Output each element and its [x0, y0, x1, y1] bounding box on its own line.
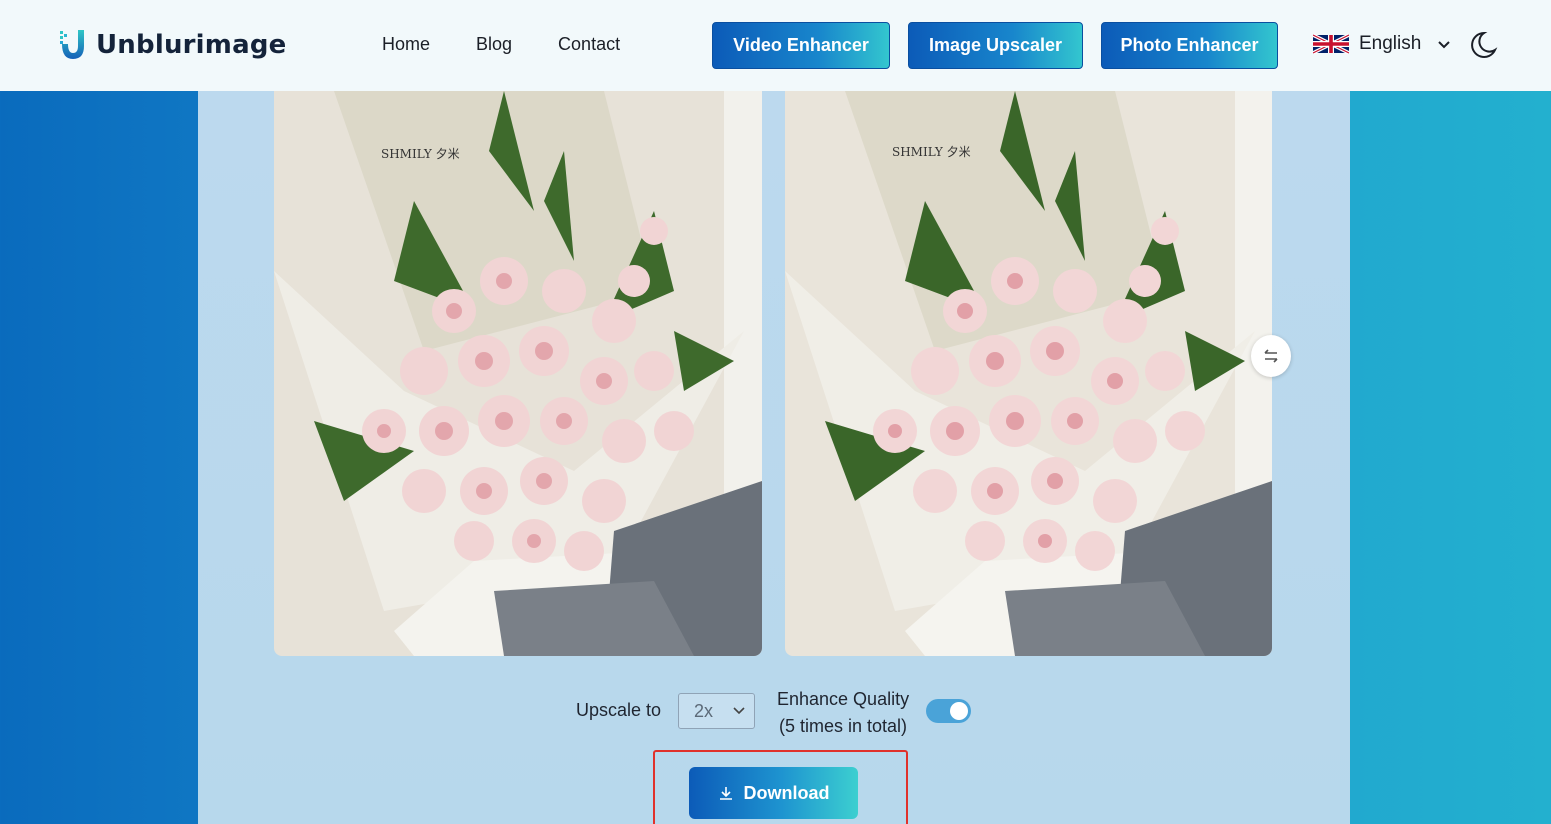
upscale-label: Upscale to [576, 700, 662, 720]
original-image-caption: SHMILY 夕米 [381, 147, 460, 161]
brand-name: Unblurimage [96, 30, 287, 60]
download-button[interactable]: Download [689, 767, 858, 819]
nav-link-home[interactable]: Home [382, 34, 430, 55]
logo-mark-icon [60, 30, 84, 59]
nav-link-contact[interactable]: Contact [558, 34, 620, 55]
nav-link-blog[interactable]: Blog [476, 34, 512, 55]
enhanced-image-caption: SHMILY 夕米 [892, 145, 971, 159]
language-label: English [1359, 33, 1422, 54]
upscale-select-value: 2x [694, 700, 714, 721]
nav-links: Home Blog Contact [382, 34, 666, 55]
image-upscaler-button[interactable]: Image Upscaler [908, 22, 1083, 69]
chevron-down-icon [1438, 40, 1451, 48]
brand-logo[interactable]: Unblurimage [58, 28, 286, 62]
toggle-knob [950, 702, 968, 720]
download-icon [719, 787, 732, 800]
download-label: Download [743, 782, 830, 803]
enhance-quality-toggle[interactable] [926, 699, 971, 723]
uk-flag-icon [1313, 34, 1349, 54]
photo-enhancer-button[interactable]: Photo Enhancer [1101, 22, 1278, 69]
chevron-down-icon [733, 707, 745, 715]
original-image [274, 91, 762, 656]
moon-icon[interactable] [1470, 30, 1498, 60]
video-enhancer-button[interactable]: Video Enhancer [712, 22, 890, 69]
top-navbar: Unblurimage Home Blog Contact Video Enha… [0, 0, 1551, 91]
enhance-quality-label: Enhance Quality (5 times in total) [777, 686, 909, 740]
enhanced-image [785, 91, 1272, 656]
enhance-quality-title: Enhance Quality [777, 689, 910, 709]
compare-slider-handle[interactable] [1251, 335, 1291, 377]
swap-arrows-icon [1264, 349, 1278, 363]
enhance-quality-note: (5 times in total) [779, 716, 908, 736]
language-selector[interactable]: English [1313, 33, 1451, 55]
upscale-select[interactable]: 2x [678, 693, 755, 729]
